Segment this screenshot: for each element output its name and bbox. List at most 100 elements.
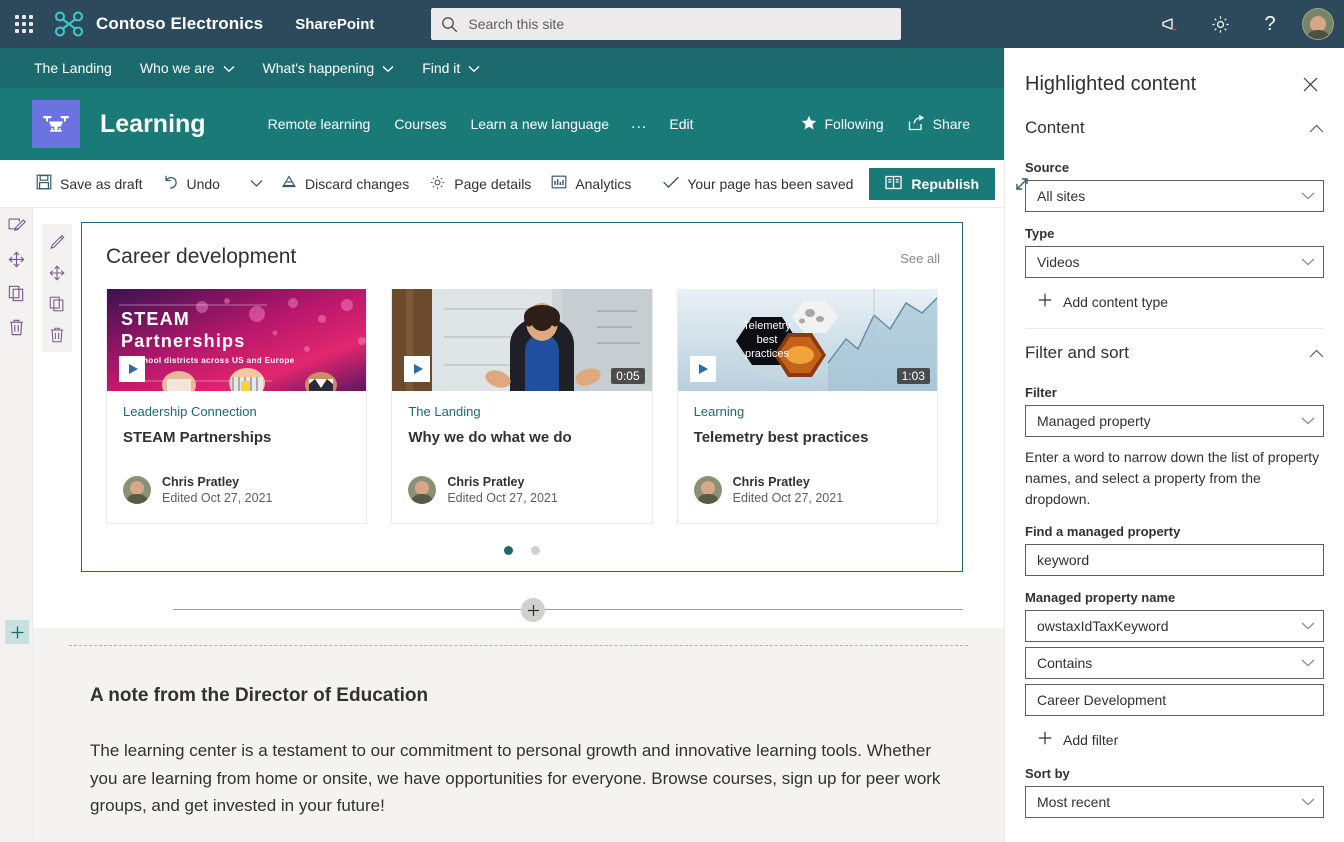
chevron-down-icon xyxy=(1301,798,1315,806)
webpart-title: Career development xyxy=(106,245,297,268)
svg-text:40 school districts across US: 40 school districts across US and Europe xyxy=(121,356,295,365)
hub-nav-label: What's happening xyxy=(262,60,375,76)
find-managed-property-input[interactable]: keyword xyxy=(1025,544,1324,576)
add-section-button[interactable] xyxy=(5,620,29,644)
list-item[interactable]: STEAM Partnerships 40 school districts a… xyxy=(106,289,368,525)
pager-dot-1[interactable] xyxy=(504,546,513,556)
card-site-name[interactable]: Learning xyxy=(694,404,921,419)
page-canvas: A note from the Director of Education Th… xyxy=(0,208,1004,842)
type-dropdown[interactable]: Videos xyxy=(1025,246,1324,278)
add-filter-button[interactable]: Add filter xyxy=(1025,718,1324,752)
hub-nav-label: Find it xyxy=(422,60,461,76)
site-logo[interactable] xyxy=(32,100,80,148)
share-button[interactable]: Share xyxy=(898,109,980,140)
site-header-actions: Following Share xyxy=(791,109,981,140)
operand-input[interactable]: Career Development xyxy=(1025,684,1324,716)
pager-dot-2[interactable] xyxy=(531,546,540,556)
site-nav-overflow-button[interactable]: ... xyxy=(621,102,657,146)
list-item[interactable]: 0:05 The Landing Why we do what we do Ch… xyxy=(391,289,653,525)
operator-dropdown[interactable]: Contains xyxy=(1025,647,1324,679)
section-move-icon[interactable] xyxy=(0,242,33,276)
app-launcher-button[interactable] xyxy=(0,0,48,48)
following-button[interactable]: Following xyxy=(791,109,894,140)
brand-name[interactable]: Contoso Electronics xyxy=(96,14,263,34)
svg-text:practices: practices xyxy=(745,348,790,360)
undo-label: Undo xyxy=(186,175,220,192)
site-nav-item-edit[interactable]: Edit xyxy=(657,102,705,146)
card-title[interactable]: Telemetry best practices xyxy=(694,428,921,448)
panel-header: Highlighted content xyxy=(1005,48,1344,104)
type-value: Videos xyxy=(1037,254,1080,270)
discard-changes-button[interactable]: Discard changes xyxy=(271,166,419,202)
highlighted-content-webpart[interactable]: Career development See all STEAM Partner… xyxy=(81,222,963,573)
site-nav-item-learn-a-new-language[interactable]: Learn a new language xyxy=(458,102,621,146)
filter-dropdown[interactable]: Managed property xyxy=(1025,405,1324,437)
chevron-down-icon xyxy=(1301,622,1315,630)
section-delete-icon[interactable] xyxy=(0,310,33,344)
play-icon xyxy=(699,364,709,374)
list-item[interactable]: Telemetry best practices 1:03 Learning T… xyxy=(676,289,938,525)
page-details-button[interactable]: Page details xyxy=(419,166,541,202)
operator-value: Contains xyxy=(1037,655,1093,671)
save-as-draft-label: Save as draft xyxy=(60,175,143,192)
contoso-logo-icon xyxy=(52,7,86,41)
source-dropdown[interactable]: All sites xyxy=(1025,180,1324,212)
suite-app-name[interactable]: SharePoint xyxy=(295,16,374,33)
card-site-name[interactable]: Leadership Connection xyxy=(123,404,350,419)
webpart-move-icon[interactable] xyxy=(42,257,72,288)
command-bar: Save as draft Undo Discard changes Page … xyxy=(0,160,1028,208)
undo-more-button[interactable] xyxy=(242,173,271,194)
undo-button[interactable]: Undo xyxy=(153,166,230,202)
video-duration: 0:05 xyxy=(611,368,645,384)
card-thumbnail[interactable]: Telemetry best practices 1:03 xyxy=(677,289,937,391)
accordion-filter-and-sort[interactable]: Filter and sort xyxy=(1025,329,1324,371)
accordion-content[interactable]: Content xyxy=(1025,104,1324,146)
card-thumbnail[interactable]: 0:05 xyxy=(392,289,652,391)
section-divider xyxy=(173,609,963,610)
hub-nav-item-the-landing[interactable]: The Landing xyxy=(24,48,126,88)
play-button[interactable] xyxy=(119,356,145,382)
hub-nav-item-find-it[interactable]: Find it xyxy=(408,48,494,88)
play-button[interactable] xyxy=(404,356,431,382)
gear-icon[interactable] xyxy=(1196,0,1244,48)
section-edit-icon[interactable] xyxy=(0,208,33,242)
hub-nav-item-whats-happening[interactable]: What's happening xyxy=(249,48,409,88)
webpart-edit-icon[interactable] xyxy=(42,226,72,257)
play-icon xyxy=(128,364,138,374)
video-duration: 1:03 xyxy=(896,368,930,384)
hub-nav-label: The Landing xyxy=(34,60,112,76)
site-nav-item-courses[interactable]: Courses xyxy=(382,102,458,146)
megaphone-icon[interactable] xyxy=(1146,0,1194,48)
help-icon[interactable]: ? xyxy=(1246,0,1294,48)
play-button[interactable] xyxy=(689,356,716,382)
text-webpart[interactable]: A note from the Director of Education Th… xyxy=(90,685,944,820)
analytics-button[interactable]: Analytics xyxy=(541,166,641,202)
managed-property-name-dropdown[interactable]: owstaxIdTaxKeyword xyxy=(1025,610,1324,642)
add-webpart-button[interactable] xyxy=(521,598,545,622)
card-title[interactable]: Why we do what we do xyxy=(408,428,635,448)
see-all-link[interactable]: See all xyxy=(900,251,940,266)
webpart-delete-icon[interactable] xyxy=(42,319,72,350)
svg-text:Partnerships: Partnerships xyxy=(121,331,245,351)
avatar[interactable] xyxy=(1302,8,1334,40)
waffle-icon xyxy=(15,15,33,33)
fullscreen-button[interactable] xyxy=(1013,168,1031,200)
site-nav-item-remote-learning[interactable]: Remote learning xyxy=(256,102,383,146)
search-input[interactable] xyxy=(468,16,892,32)
section-duplicate-icon[interactable] xyxy=(0,276,33,310)
card-site-name[interactable]: The Landing xyxy=(408,404,635,419)
operand-value: Career Development xyxy=(1037,692,1167,708)
hub-nav-item-who-we-are[interactable]: Who we are xyxy=(126,48,249,88)
search-box[interactable] xyxy=(431,8,902,40)
sort-by-dropdown[interactable]: Most recent xyxy=(1025,786,1324,818)
republish-button[interactable]: Republish xyxy=(869,167,996,200)
card-thumbnail[interactable]: STEAM Partnerships 40 school districts a… xyxy=(107,289,367,391)
card-title[interactable]: STEAM Partnerships xyxy=(123,428,350,448)
webpart-duplicate-icon[interactable] xyxy=(42,288,72,319)
close-icon[interactable] xyxy=(1296,70,1324,98)
share-icon xyxy=(908,114,925,134)
chevron-down-icon xyxy=(382,60,394,76)
save-as-draft-button[interactable]: Save as draft xyxy=(26,166,153,202)
site-header: Learning Remote learning Courses Learn a… xyxy=(0,88,1004,160)
add-content-type-button[interactable]: Add content type xyxy=(1025,280,1324,314)
